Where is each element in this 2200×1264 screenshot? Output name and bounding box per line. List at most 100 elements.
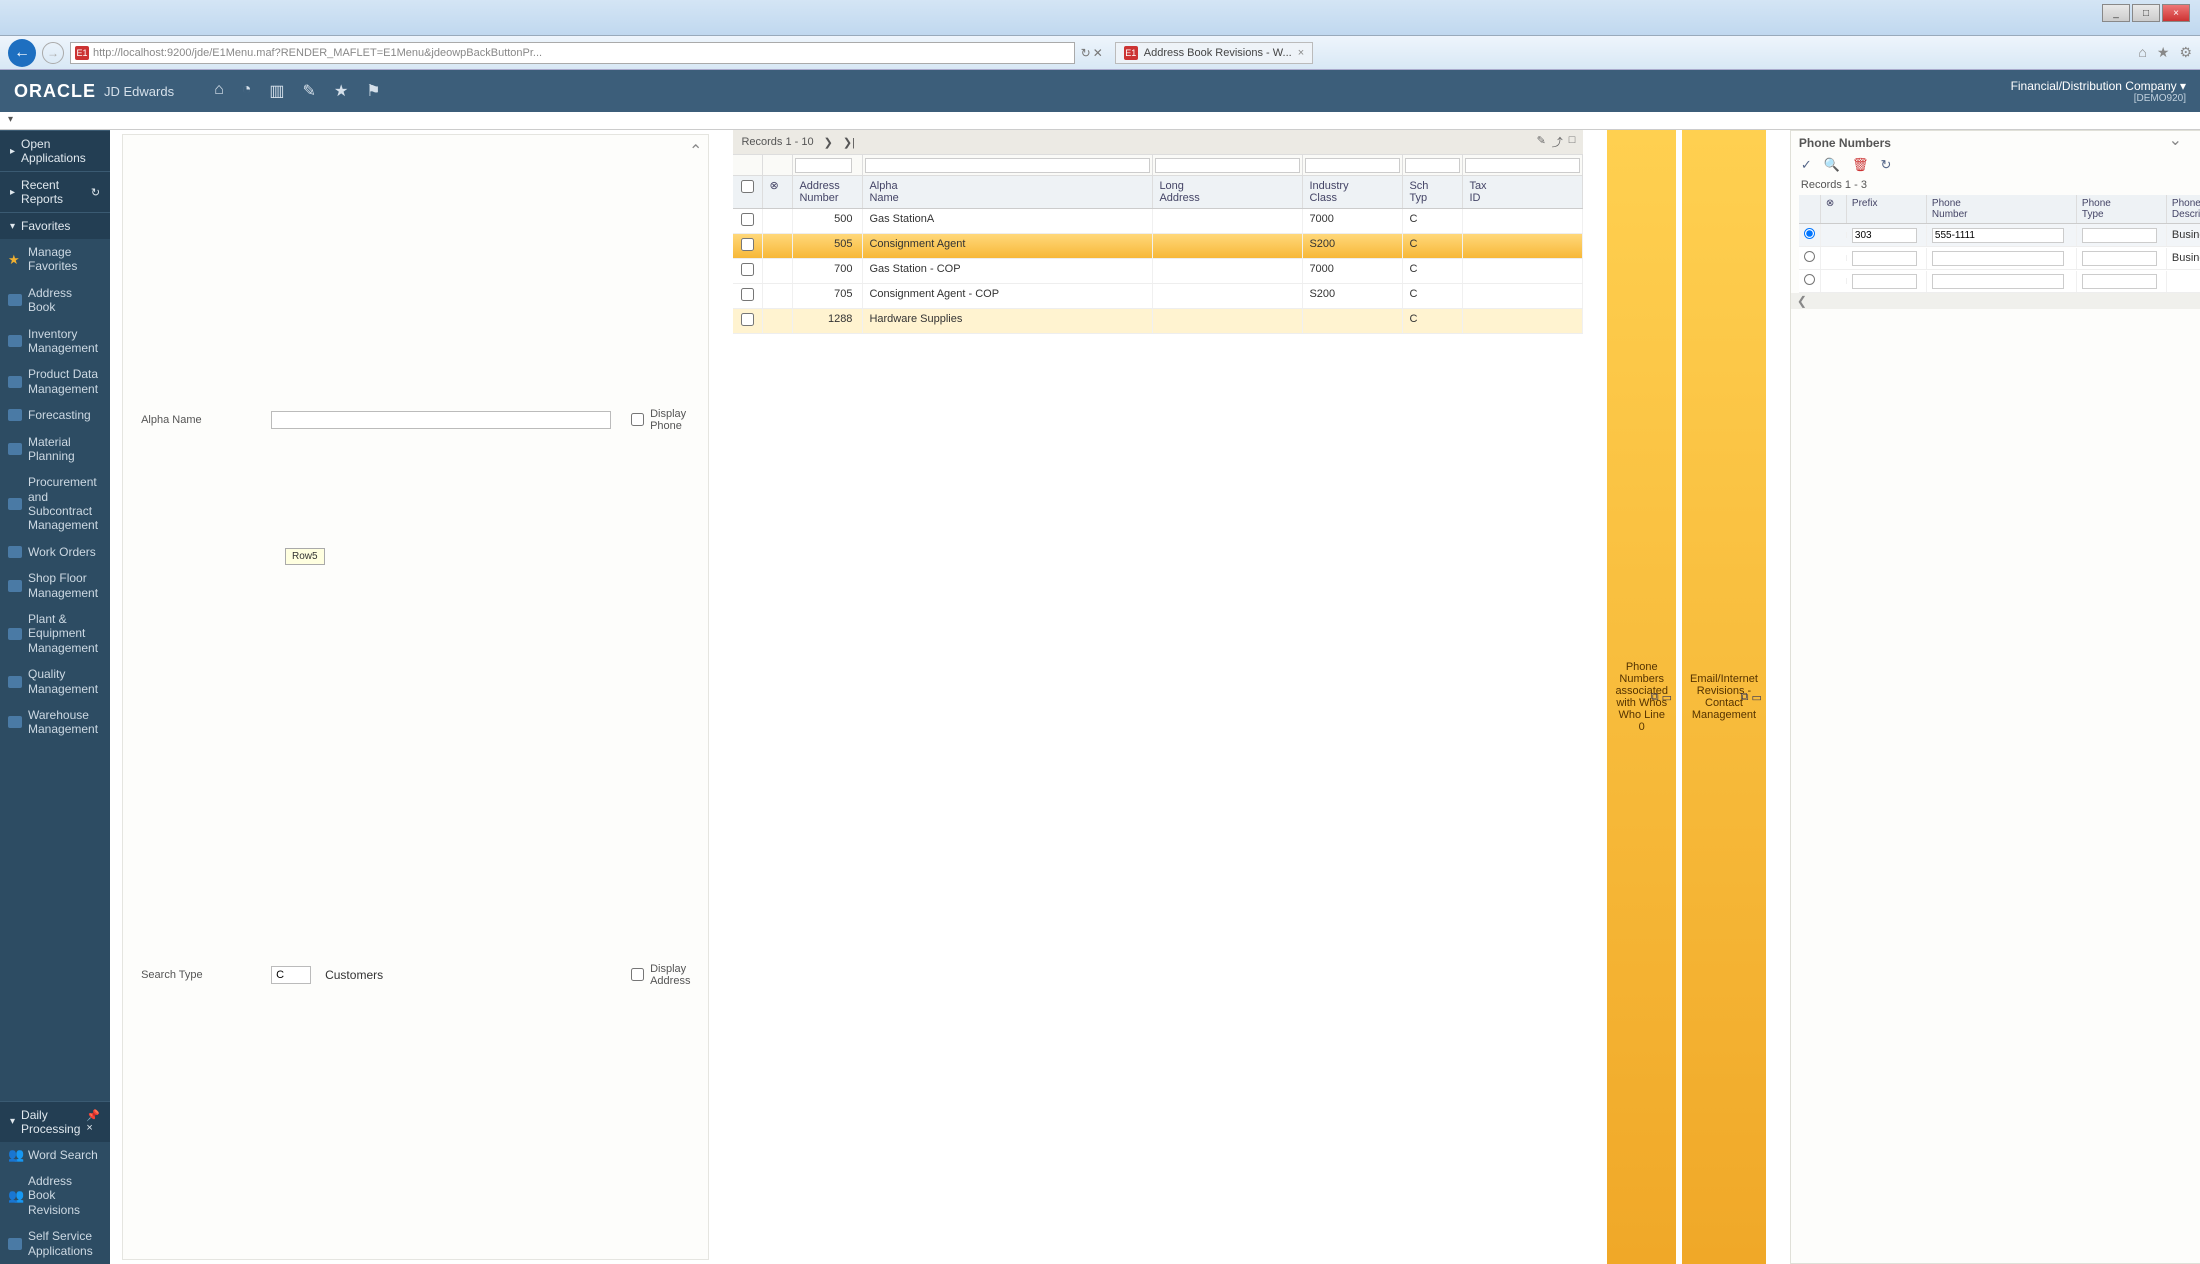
- home-icon[interactable]: ⌂: [2138, 44, 2146, 61]
- browser-back-button[interactable]: ←: [8, 39, 36, 67]
- col-alpha-name[interactable]: Alpha Name: [863, 176, 1153, 208]
- sidebar-item-manage-favorites[interactable]: ★Manage Favorites: [0, 239, 110, 280]
- phone-type-input[interactable]: [2082, 251, 2157, 266]
- alpha-name-input[interactable]: [271, 411, 611, 429]
- tab-close-icon[interactable]: ×: [1298, 47, 1304, 59]
- email-tab[interactable]: Email/Internet Revisions - Contact Manag…: [1682, 130, 1766, 1264]
- qbe-alpha-name[interactable]: [865, 158, 1150, 173]
- sidebar-item-shop-floor[interactable]: Shop Floor Management: [0, 565, 110, 606]
- row-checkbox[interactable]: [741, 313, 754, 326]
- refresh-icon[interactable]: ↻: [91, 186, 100, 199]
- sidebar-item-product-data[interactable]: Product Data Management: [0, 361, 110, 402]
- table-row[interactable]: 1288 Hardware Supplies C: [733, 309, 1583, 334]
- sidebar-item-procurement[interactable]: Procurement and Subcontract Management: [0, 469, 110, 539]
- row-checkbox[interactable]: [741, 263, 754, 276]
- sidebar-section-daily[interactable]: ▾Daily Processing📌 ×: [0, 1101, 110, 1142]
- prefix-input[interactable]: [1852, 274, 1918, 289]
- row-checkbox[interactable]: [741, 288, 754, 301]
- table-row[interactable]: 705 Consignment Agent - COP S200 C: [733, 284, 1583, 309]
- sidebar-item-material-planning[interactable]: Material Planning: [0, 429, 110, 470]
- sidebar-section-recent[interactable]: ▸Recent Reports↻: [0, 171, 110, 212]
- sidebar-item-warehouse[interactable]: Warehouse Management: [0, 702, 110, 743]
- col-long-address[interactable]: Long Address: [1153, 176, 1303, 208]
- scroll-down-icon[interactable]: ⌄: [2169, 130, 2182, 150]
- display-phone-checkbox[interactable]: [631, 413, 644, 426]
- scroll-up-icon[interactable]: ⌃: [689, 141, 702, 161]
- col-sch-typ[interactable]: Sch Typ: [1403, 176, 1463, 208]
- sidebar-item-work-orders[interactable]: Work Orders: [0, 539, 110, 565]
- home-icon[interactable]: ⌂: [214, 81, 224, 101]
- flag-col[interactable]: ⊗: [763, 176, 793, 208]
- qbe-sch-typ[interactable]: [1405, 158, 1460, 173]
- flag-col[interactable]: ⊗: [1821, 195, 1847, 223]
- pin-icon[interactable]: 📌 ×: [86, 1109, 100, 1134]
- prefix-input[interactable]: [1852, 228, 1918, 243]
- sidebar-item-word-search[interactable]: 👥Word Search: [0, 1142, 110, 1168]
- table-row[interactable]: 700 Gas Station - COP 7000 C: [733, 259, 1583, 284]
- table-row[interactable]: 505 Consignment Agent S200 C: [733, 234, 1583, 259]
- popout-icon[interactable]: ⧉: [1651, 691, 1659, 704]
- refresh-icon[interactable]: ↻: [1881, 157, 1892, 173]
- sidebar-item-inventory[interactable]: Inventory Management: [0, 321, 110, 362]
- qbe-tax-id[interactable]: [1465, 158, 1580, 173]
- ok-icon[interactable]: ✓: [1801, 157, 1812, 173]
- browser-tab[interactable]: E1 Address Book Revisions - W... ×: [1115, 42, 1313, 64]
- sidebar-section-open-apps[interactable]: ▸Open Applications: [0, 130, 110, 171]
- delete-icon[interactable]: 🗑: [1852, 157, 1869, 173]
- search-type-input[interactable]: [271, 966, 311, 984]
- table-row[interactable]: [1799, 270, 2200, 293]
- reload-icon[interactable]: ↻: [1081, 46, 1091, 60]
- table-row[interactable]: 500 Gas StationA 7000 C: [733, 209, 1583, 234]
- col-address-number[interactable]: Address Number: [793, 176, 863, 208]
- col-prefix[interactable]: Prefix: [1847, 195, 1927, 223]
- recent-icon[interactable]: ◔: [242, 81, 252, 101]
- company-selector[interactable]: Financial/Distribution Company ▾ [DEMO92…: [2011, 79, 2186, 104]
- qbe-address-number[interactable]: [795, 158, 852, 173]
- phone-type-input[interactable]: [2082, 274, 2157, 289]
- qbe-industry[interactable]: [1305, 158, 1400, 173]
- last-page-icon[interactable]: ❯|: [843, 136, 855, 149]
- search-icon[interactable]: 🔍: [1824, 157, 1840, 173]
- phone-number-input[interactable]: [1932, 251, 2064, 266]
- row-radio[interactable]: [1804, 273, 1814, 286]
- col-industry[interactable]: Industry Class: [1303, 176, 1403, 208]
- win-minimize[interactable]: _: [2102, 4, 2130, 22]
- menu-strip[interactable]: ▾: [0, 112, 2200, 130]
- row-radio[interactable]: [1804, 250, 1814, 263]
- star-icon[interactable]: ★: [2157, 44, 2170, 61]
- col-phone-desc[interactable]: Phone Type Description: [2167, 195, 2200, 223]
- minimize-icon[interactable]: ▭: [1752, 691, 1762, 704]
- row-radio[interactable]: [1804, 227, 1814, 240]
- stop-icon[interactable]: ✕: [1093, 46, 1103, 60]
- scroll-left-icon[interactable]: ❮: [1797, 294, 1807, 308]
- gear-icon[interactable]: ⚙: [2179, 44, 2192, 61]
- flag-icon[interactable]: ⚑: [366, 81, 380, 101]
- win-close[interactable]: ×: [2162, 4, 2190, 22]
- next-page-icon[interactable]: ❯: [824, 136, 833, 149]
- phone-tab[interactable]: Phone Numbers associated with Whos Who L…: [1607, 130, 1676, 1264]
- table-row[interactable]: Business: [1799, 224, 2200, 247]
- phone-number-input[interactable]: [1932, 228, 2064, 243]
- detach-icon[interactable]: □: [1569, 134, 1576, 150]
- sidebar-item-self-service[interactable]: Self Service Applications: [0, 1223, 110, 1264]
- popout-icon[interactable]: ⧉: [1741, 691, 1749, 704]
- url-bar[interactable]: E1 http://localhost:9200/jde/E1Menu.maf?…: [70, 42, 1075, 64]
- export-icon[interactable]: ⤴: [1552, 134, 1563, 150]
- favorites-icon[interactable]: ★: [334, 81, 348, 101]
- col-phone-number[interactable]: Phone Number: [1927, 195, 2077, 223]
- row-checkbox[interactable]: [741, 213, 754, 226]
- win-maximize[interactable]: □: [2132, 4, 2160, 22]
- sidebar-item-plant-equipment[interactable]: Plant & Equipment Management: [0, 606, 110, 661]
- browser-forward-button[interactable]: →: [42, 42, 64, 64]
- display-address-checkbox[interactable]: [631, 968, 644, 981]
- row-checkbox[interactable]: [741, 238, 754, 251]
- customize-icon[interactable]: ✎: [1537, 134, 1546, 150]
- edit-icon[interactable]: ✎: [303, 81, 316, 101]
- phone-number-input[interactable]: [1932, 274, 2064, 289]
- sidebar-item-address-book[interactable]: Address Book: [0, 280, 110, 321]
- sidebar-item-ab-revisions[interactable]: 👥Address Book Revisions: [0, 1168, 110, 1223]
- table-row[interactable]: Business: [1799, 247, 2200, 270]
- sidebar-item-quality[interactable]: Quality Management: [0, 661, 110, 702]
- sidebar-section-favorites[interactable]: ▾Favorites: [0, 212, 110, 239]
- col-phone-type[interactable]: Phone Type: [2077, 195, 2167, 223]
